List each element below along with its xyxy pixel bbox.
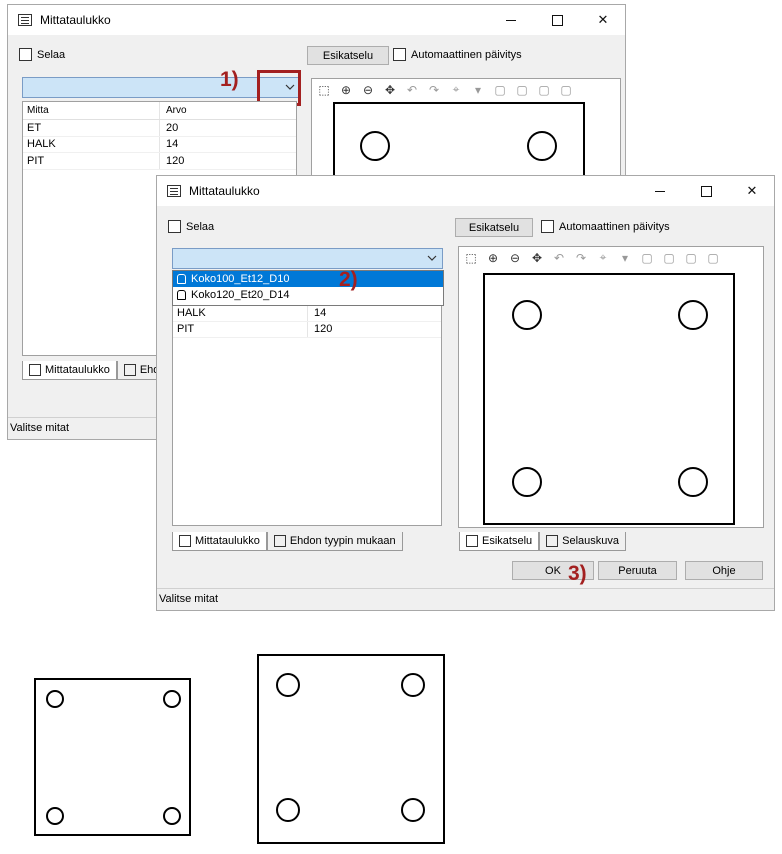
browse-image-icon xyxy=(546,535,559,547)
rotate-left-icon[interactable]: ↶ xyxy=(551,251,567,265)
close-button[interactable]: ✕ xyxy=(729,176,775,206)
table-header: Mitta Arvo xyxy=(23,102,296,120)
rotate-right-icon[interactable]: ↷ xyxy=(426,83,442,97)
table-row[interactable]: PIT 120 xyxy=(23,153,296,170)
view-iso-icon[interactable]: ▢ xyxy=(705,251,721,265)
preview-button[interactable]: Esikatselu xyxy=(307,46,389,65)
zoom-fit-icon[interactable]: ⬚ xyxy=(316,83,332,97)
view-iso-icon[interactable]: ▢ xyxy=(558,83,574,97)
front-titlebar: Mittataulukko ✕ xyxy=(157,176,774,206)
column-header-value[interactable]: Arvo xyxy=(160,102,187,119)
view-top-icon[interactable]: ▢ xyxy=(536,83,552,97)
rotate-right-icon[interactable]: ↷ xyxy=(573,251,589,265)
dropdown-option[interactable]: Koko100_Et12_D10 xyxy=(173,271,443,287)
auto-update-checkbox[interactable]: Automaattinen päivitys xyxy=(393,48,522,61)
view-side-icon[interactable]: ▢ xyxy=(661,251,677,265)
tree-icon xyxy=(123,364,136,376)
size-combobox[interactable] xyxy=(172,248,443,269)
front-preview-pane: ⬚ ⊕ ⊖ ✥ ↶ ↷ ⌖ ▾ ▢ ▢ ▢ ▢ xyxy=(458,246,764,528)
browse-checkbox[interactable]: Selaa xyxy=(19,48,65,61)
lock-icon xyxy=(177,290,186,300)
table-row[interactable]: PIT 120 xyxy=(173,321,441,339)
pan-icon[interactable]: ✥ xyxy=(529,251,545,265)
view-front-icon[interactable]: ▢ xyxy=(492,83,508,97)
view-icon[interactable]: ⌖ xyxy=(448,82,464,97)
front-window: Mittataulukko ✕ Selaa Esikatselu Automaa… xyxy=(156,175,775,611)
table-row[interactable]: HALK 14 xyxy=(23,136,296,154)
tab-preview[interactable]: Esikatselu xyxy=(459,532,540,551)
tab-dimension-table[interactable]: Mittataulukko xyxy=(172,532,267,551)
zoom-in-icon[interactable]: ⊕ xyxy=(485,251,501,265)
chevron-down-icon[interactable] xyxy=(426,252,438,264)
help-button[interactable]: Ohje xyxy=(685,561,763,580)
table-row[interactable]: HALK 14 xyxy=(173,305,441,322)
cancel-button[interactable]: Peruuta xyxy=(598,561,677,580)
tree-icon xyxy=(273,535,286,547)
view-top-icon[interactable]: ▢ xyxy=(683,251,699,265)
back-titlebar: Mittataulukko ✕ xyxy=(8,5,625,35)
preview-button[interactable]: Esikatselu xyxy=(455,218,533,237)
tab-by-condition-type[interactable]: Ehdon tyypin mukaan xyxy=(266,532,403,551)
minimize-button[interactable] xyxy=(488,5,534,35)
zoom-in-icon[interactable]: ⊕ xyxy=(338,83,354,97)
maximize-button[interactable] xyxy=(683,176,729,206)
preview-tabs: Esikatselu Selauskuva xyxy=(459,532,627,551)
table-icon xyxy=(179,535,191,547)
dimension-table: PI... HALK14 PIT120 xyxy=(172,270,442,526)
preview-icon xyxy=(466,535,478,547)
status-bar: Valitse mitat xyxy=(157,588,774,610)
table-icon xyxy=(29,364,41,376)
maximize-button[interactable] xyxy=(534,5,580,35)
auto-update-checkbox[interactable]: Automaattinen päivitys xyxy=(541,220,670,233)
window-title: Mittataulukko xyxy=(40,13,111,27)
tab-dimension-table[interactable]: Mittataulukko xyxy=(22,361,117,380)
window-title: Mittataulukko xyxy=(189,184,260,198)
zoom-fit-icon[interactable]: ⬚ xyxy=(463,251,479,265)
app-icon xyxy=(167,185,181,197)
table-row[interactable]: ET 20 xyxy=(23,120,296,137)
annotation-2: 2) xyxy=(339,268,358,291)
dropdown-option[interactable]: Koko120_Et20_D14 xyxy=(173,287,443,303)
rotate-left-icon[interactable]: ↶ xyxy=(404,83,420,97)
view-front-icon[interactable]: ▢ xyxy=(639,251,655,265)
plate-drawing-large xyxy=(257,654,445,844)
dropdown-icon[interactable]: ▾ xyxy=(470,83,486,97)
view-side-icon[interactable]: ▢ xyxy=(514,83,530,97)
browse-checkbox[interactable]: Selaa xyxy=(168,220,214,233)
back-tabs: Mittataulukko Ehd xyxy=(22,361,167,380)
tab-browse-image[interactable]: Selauskuva xyxy=(539,532,627,551)
app-icon xyxy=(18,14,32,26)
front-tabs: Mittataulukko Ehdon tyypin mukaan xyxy=(172,532,403,551)
front-preview-drawing xyxy=(483,273,735,525)
size-dropdown-list: Koko100_Et12_D10 Koko120_Et20_D14 xyxy=(172,270,444,306)
view-icon[interactable]: ⌖ xyxy=(595,250,611,265)
lock-icon xyxy=(177,274,186,284)
pan-icon[interactable]: ✥ xyxy=(382,83,398,97)
minimize-button[interactable] xyxy=(637,176,683,206)
close-button[interactable]: ✕ xyxy=(580,5,626,35)
plate-drawing-small xyxy=(34,678,191,836)
column-header-dimension[interactable]: Mitta xyxy=(23,102,160,119)
preview-toolbar: ⬚ ⊕ ⊖ ✥ ↶ ↷ ⌖ ▾ ▢ ▢ ▢ ▢ xyxy=(316,82,574,97)
zoom-out-icon[interactable]: ⊖ xyxy=(507,251,523,265)
annotation-1: 1) xyxy=(220,68,239,91)
dropdown-icon[interactable]: ▾ xyxy=(617,251,633,265)
zoom-out-icon[interactable]: ⊖ xyxy=(360,83,376,97)
preview-toolbar: ⬚ ⊕ ⊖ ✥ ↶ ↷ ⌖ ▾ ▢ ▢ ▢ ▢ xyxy=(463,250,721,265)
annotation-3: 3) xyxy=(568,562,587,585)
